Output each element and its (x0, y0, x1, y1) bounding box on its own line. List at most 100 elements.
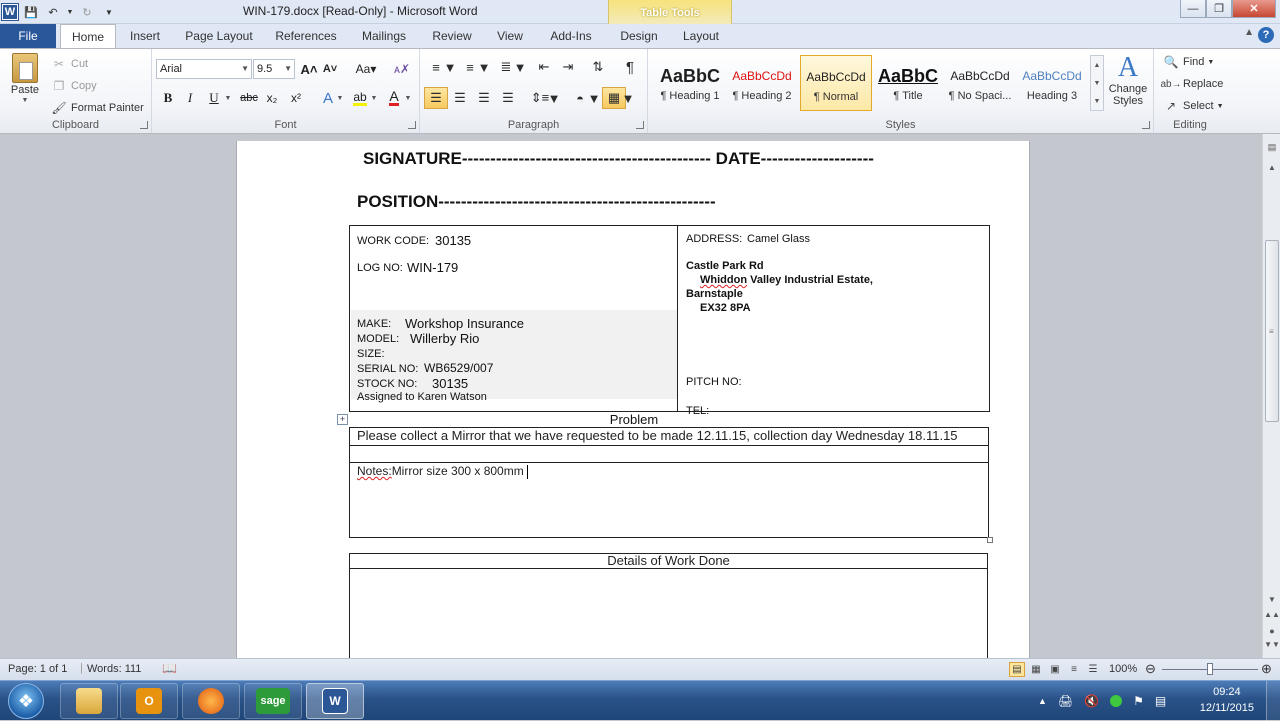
scroll-up-icon[interactable]: ▲ (1263, 160, 1280, 176)
styles-gallery-scroll[interactable]: ▲ ▼ ▼ (1090, 55, 1104, 111)
problem-description[interactable]: Please collect a Mirror that we have req… (350, 428, 988, 446)
multilevel-dropdown-icon[interactable]: ▼ (514, 57, 527, 77)
align-center-button[interactable]: ☰ (448, 87, 472, 109)
styles-launcher-icon[interactable] (1142, 121, 1150, 129)
tab-home[interactable]: Home (60, 24, 116, 49)
previous-page-icon[interactable]: ▲▲ (1263, 610, 1280, 626)
chevron-up-icon[interactable]: ▲ (1094, 62, 1101, 69)
format-painter-button[interactable]: 🖌 Format Painter (50, 99, 143, 117)
customize-toolbar-icon[interactable]: ▼ (100, 4, 118, 20)
align-left-button[interactable]: ☰ (424, 87, 448, 109)
draft-view-icon[interactable]: ☰ (1085, 662, 1101, 677)
document-page[interactable]: SIGNATURE-------------------------------… (236, 141, 1030, 658)
font-size-combo[interactable]: 9.5 ▼ (253, 59, 295, 79)
undo-dropdown-icon[interactable]: ▼ (66, 4, 74, 20)
numbering-dropdown-icon[interactable]: ▼ (478, 57, 491, 77)
align-right-button[interactable]: ☰ (472, 87, 496, 109)
style-normal[interactable]: AaBbCcDd ¶ Normal (800, 55, 872, 111)
flag-icon[interactable]: ⚑ (1133, 694, 1144, 708)
taskbar-outlook[interactable]: O (120, 683, 178, 719)
borders-dropdown-icon[interactable]: ▼ (622, 87, 635, 109)
browse-object-icon[interactable]: ● (1263, 626, 1280, 640)
tab-layout[interactable]: Layout (672, 24, 730, 48)
increase-indent-icon[interactable]: ⇥ (556, 57, 580, 77)
find-button[interactable]: 🔍 Find ▼ (1162, 53, 1215, 71)
zoom-level[interactable]: 100% (1109, 663, 1137, 675)
network-icon[interactable]: ▤ (1155, 694, 1166, 708)
zoom-out-icon[interactable]: ⊖ (1145, 661, 1156, 677)
status-green-icon[interactable] (1110, 695, 1123, 707)
tab-design[interactable]: Design (612, 24, 666, 48)
copy-button[interactable]: ❐ Copy (50, 77, 97, 95)
taskbar-word[interactable]: W (306, 683, 364, 719)
underline-button[interactable]: U (204, 88, 224, 108)
style-heading-2[interactable]: AaBbCcDd ¶ Heading 2 (726, 55, 798, 111)
font-launcher-icon[interactable] (408, 121, 416, 129)
problem-empty-row[interactable] (350, 446, 988, 463)
select-button[interactable]: ↗ Select ▼ (1162, 97, 1224, 115)
italic-button[interactable]: I (180, 88, 200, 108)
restore-button[interactable]: ❐ (1206, 0, 1232, 18)
bullets-dropdown-icon[interactable]: ▼ (444, 57, 457, 77)
page-count[interactable]: Page: 1 of 1 (8, 663, 67, 675)
font-name-combo[interactable]: Arial ▼ (156, 59, 252, 79)
web-layout-icon[interactable]: ▣ (1047, 662, 1063, 677)
show-hidden-icons-icon[interactable]: ▲ (1038, 696, 1047, 706)
tab-page-layout[interactable]: Page Layout (178, 24, 260, 48)
shading-dropdown-icon[interactable]: ▼ (588, 87, 601, 109)
taskbar-firefox[interactable] (182, 683, 240, 719)
work-details-table[interactable]: Details of Work Done (349, 553, 988, 658)
decrease-indent-icon[interactable]: ⇤ (532, 57, 556, 77)
change-case-icon[interactable]: Aa▾ (352, 59, 380, 79)
print-layout-view-icon[interactable]: ▤ (1009, 662, 1025, 677)
zoom-in-icon[interactable]: ⊕ (1261, 661, 1272, 677)
justify-button[interactable]: ☰ (496, 87, 520, 109)
underline-dropdown-icon[interactable]: ▼ (224, 88, 232, 108)
scroll-down-icon[interactable]: ▼ (1263, 592, 1280, 608)
tab-add-ins[interactable]: Add-Ins (540, 24, 602, 48)
text-effects-dropdown-icon[interactable]: ▼ (336, 88, 344, 108)
clipboard-launcher-icon[interactable] (140, 121, 148, 129)
save-icon[interactable]: 💾 (22, 4, 40, 20)
minimize-button[interactable]: — (1180, 0, 1206, 18)
replace-button[interactable]: ab→ Replace (1160, 75, 1223, 93)
next-page-icon[interactable]: ▼▼ (1263, 640, 1280, 656)
volume-muted-icon[interactable]: 🔇 (1084, 694, 1099, 708)
shrink-font-icon[interactable]: A˅ (320, 59, 340, 79)
vertical-scrollbar[interactable]: ▤ ▲ ≡ ▼ ▲▲ ● ▼▼ (1262, 134, 1280, 658)
close-button[interactable]: ✕ (1232, 0, 1276, 18)
tab-file[interactable]: File (0, 24, 56, 48)
proofing-icon[interactable]: 📖 (162, 661, 177, 675)
style-title[interactable]: AaBbC ¶ Title (872, 55, 944, 111)
show-formatting-icon[interactable]: ¶ (618, 57, 642, 77)
ruler-toggle-icon[interactable]: ▤ (1265, 142, 1279, 156)
start-button[interactable]: ❖ (8, 683, 44, 719)
font-color-dropdown-icon[interactable]: ▼ (404, 88, 412, 108)
cut-button[interactable]: ✂ Cut (50, 55, 88, 73)
problem-table[interactable]: Please collect a Mirror that we have req… (349, 427, 989, 538)
taskbar-sage[interactable]: sage (244, 683, 302, 719)
undo-icon[interactable]: ↶ (44, 4, 62, 20)
sort-icon[interactable]: ⇅ (586, 57, 610, 77)
style-no-spacing[interactable]: AaBbCcDd ¶ No Spaci... (944, 55, 1016, 111)
line-spacing-dropdown-icon[interactable]: ▼ (548, 87, 561, 109)
scroll-thumb[interactable]: ≡ (1265, 240, 1279, 422)
highlight-icon[interactable]: ab (350, 88, 370, 108)
text-effects-icon[interactable]: A (318, 88, 338, 108)
grow-font-icon[interactable]: A˄ (299, 59, 319, 79)
strikethrough-button[interactable]: abc (238, 88, 260, 108)
paste-button[interactable]: Paste ▼ (6, 53, 44, 104)
taskbar-explorer[interactable] (60, 683, 118, 719)
superscript-button[interactable]: x² (286, 88, 306, 108)
clock[interactable]: 09:24 12/11/2015 (1200, 684, 1254, 716)
document-area[interactable]: SIGNATURE-------------------------------… (0, 141, 1262, 658)
minimize-ribbon-icon[interactable]: ▲ (1244, 27, 1254, 38)
tab-insert[interactable]: Insert (120, 24, 170, 48)
full-screen-reading-icon[interactable]: ▦ (1028, 662, 1044, 677)
tab-review[interactable]: Review (424, 24, 480, 48)
paragraph-launcher-icon[interactable] (636, 121, 644, 129)
zoom-slider-thumb[interactable] (1207, 663, 1213, 675)
redo-icon[interactable]: ↻ (78, 4, 96, 20)
job-info-table[interactable]: WORK CODE: 30135 LOG NO: WIN-179 MAKE: W… (349, 225, 990, 417)
word-count[interactable]: Words: 111 (87, 663, 141, 675)
